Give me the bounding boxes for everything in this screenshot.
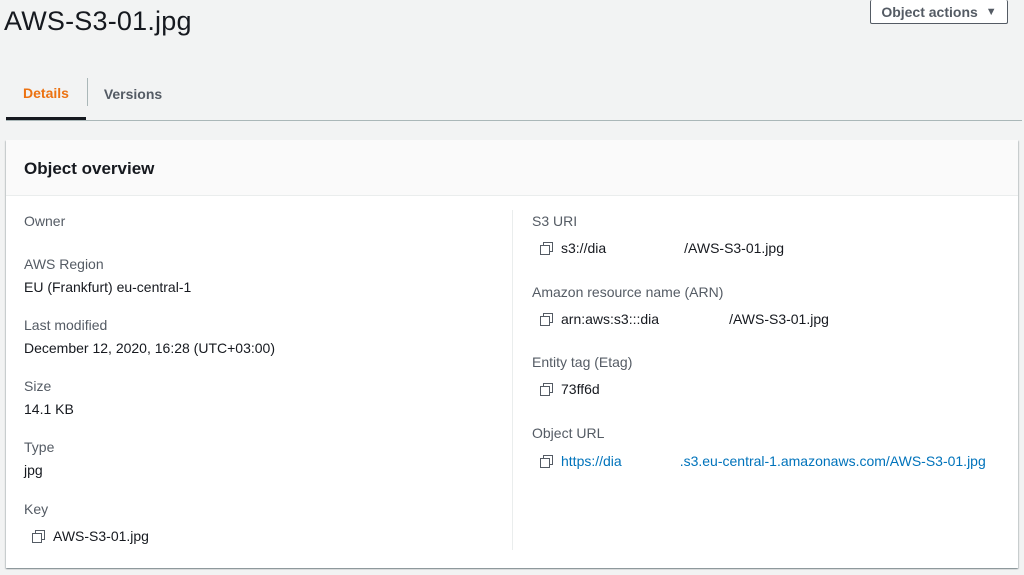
etag-row: 73ff6d	[540, 381, 600, 397]
s3-uri-value: s3://dia/AWS-S3-01.jpg	[561, 240, 784, 256]
type-value: jpg	[24, 462, 43, 478]
caret-down-icon: ▼	[985, 5, 997, 18]
owner-label: Owner	[24, 213, 66, 229]
column-divider	[512, 210, 513, 550]
s3-uri-row: s3://dia/AWS-S3-01.jpg	[540, 240, 784, 256]
page-title: AWS-S3-01.jpg	[4, 6, 192, 36]
region-label: AWS Region	[24, 256, 104, 272]
panel-header: Object overview	[6, 140, 1018, 196]
object-url-label: Object URL	[532, 425, 605, 441]
size-label: Size	[24, 378, 52, 394]
tab-bar: Details Versions	[6, 68, 1022, 121]
copy-icon[interactable]	[540, 241, 553, 255]
object-actions-label: Object actions	[881, 3, 978, 20]
key-row: AWS-S3-01.jpg	[32, 528, 149, 544]
arn-value: arn:aws:s3:::dia/AWS-S3-01.jpg	[561, 311, 829, 327]
object-url-link[interactable]: https://dia .s3.eu-central-1.amazonaws.co…	[561, 453, 986, 469]
etag-value: 73ff6d	[561, 381, 600, 397]
copy-icon[interactable]	[32, 529, 45, 543]
copy-icon[interactable]	[540, 382, 553, 396]
key-label: Key	[24, 501, 49, 517]
region-value: EU (Frankfurt) eu-central-1	[24, 279, 192, 295]
arn-label: Amazon resource name (ARN)	[532, 284, 724, 300]
copy-icon[interactable]	[540, 454, 553, 468]
s3-uri-label: S3 URI	[532, 213, 578, 229]
type-label: Type	[24, 439, 55, 455]
panel-title: Object overview	[24, 159, 155, 178]
last-modified-value: December 12, 2020, 16:28 (UTC+03:00)	[24, 340, 275, 356]
arn-row: arn:aws:s3:::dia/AWS-S3-01.jpg	[540, 311, 829, 327]
object-overview-panel: Object overview Owner AWS Region EU (Fra…	[6, 140, 1018, 568]
tab-versions[interactable]: Versions	[88, 68, 178, 120]
key-value: AWS-S3-01.jpg	[53, 528, 149, 544]
copy-icon[interactable]	[540, 312, 553, 326]
object-actions-button[interactable]: Object actions ▼	[870, 0, 1008, 24]
tab-details[interactable]: Details	[6, 68, 86, 120]
etag-label: Entity tag (Etag)	[532, 354, 633, 370]
size-value: 14.1 KB	[24, 401, 74, 417]
last-modified-label: Last modified	[24, 317, 108, 333]
object-url-row: https://dia .s3.eu-central-1.amazonaws.co…	[540, 453, 986, 469]
